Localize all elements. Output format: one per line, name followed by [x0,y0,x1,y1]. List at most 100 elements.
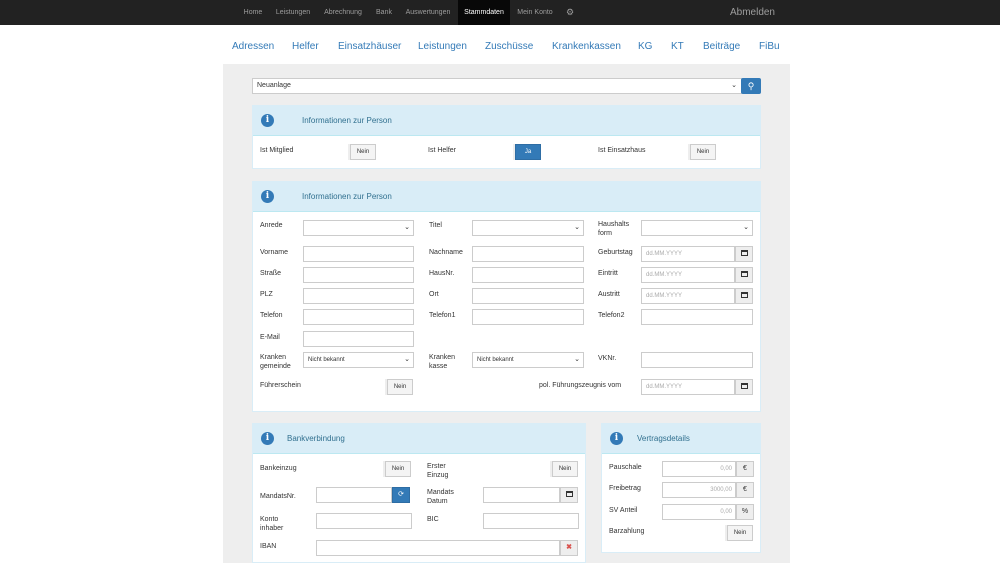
vorname-input[interactable] [303,246,414,262]
tab-krankenkassen[interactable]: Krankenkassen [552,40,621,54]
nachname-input[interactable] [472,246,584,262]
chevron-down-icon: ⌄ [404,224,410,231]
mandatsnr-input[interactable] [316,487,392,503]
ist-mitglied-toggle[interactable]: Nein [350,144,376,160]
freibetrag-value: 3000,00 [710,487,732,493]
krankenkasse-select[interactable]: Nicht bekannt ⌄ [472,352,584,368]
nav-mein-konto[interactable]: Mein Konto [512,0,558,25]
calendar-icon[interactable] [735,379,753,395]
logout-link[interactable]: Abmelden [730,0,775,25]
top-navbar: Home Leistungen Abrechnung Bank Auswertu… [0,0,1000,25]
sv-anteil-input[interactable]: 0,00 [662,504,736,520]
nav-stammdaten[interactable]: Stammdaten [458,0,510,25]
panel-title: Informationen zur Person [302,116,392,125]
konto-inhaber-input[interactable] [316,513,412,529]
krankengemeinde-select[interactable]: Nicht bekannt ⌄ [303,352,414,368]
tab-kg[interactable]: KG [638,40,652,54]
fuehrungszeugnis-input[interactable]: dd.MM.YYYY [641,379,735,395]
freibetrag-unit: € [736,482,754,498]
tab-adressen[interactable]: Adressen [232,40,274,54]
konto-inhaber-label: Konto inhaber [260,516,284,532]
austritt-input[interactable]: dd.MM.YYYY [641,288,735,304]
fuehrerschein-toggle[interactable]: Nein [387,379,413,395]
ist-mitglied-label: Ist Mitglied [260,147,294,154]
geburtstag-input[interactable]: dd.MM.YYYY [641,246,735,262]
bankeinzug-toggle[interactable]: Nein [385,461,411,477]
mandatsnr-label: MandatsNr. [260,493,296,500]
barzahlung-toggle[interactable]: Nein [727,525,753,541]
search-button[interactable]: ⚲ [741,78,761,94]
pauschale-value: 0,00 [720,466,732,472]
nav-leistungen[interactable]: Leistungen [272,0,314,25]
austritt-label: Austritt [598,291,620,298]
calendar-icon[interactable] [735,246,753,262]
search-icon: ⚲ [747,81,755,91]
vknr-input[interactable] [641,352,753,368]
tab-helfer[interactable]: Helfer [292,40,319,54]
titel-label: Titel [429,222,442,229]
calendar-icon[interactable] [560,487,578,503]
email-label: E-Mail [260,334,280,341]
ort-input[interactable] [472,288,584,304]
iban-label: IBAN [260,543,277,550]
sv-anteil-value: 0,00 [720,509,732,515]
hausnr-input[interactable] [472,267,584,283]
freibetrag-input[interactable]: 3000,00 [662,482,736,498]
clear-icon[interactable]: ✖ [560,540,578,556]
tab-beitraege[interactable]: Beiträge [703,40,740,54]
calendar-icon[interactable] [735,288,753,304]
erster-einzug-label: Erster Einzug [427,463,449,479]
sv-anteil-unit: % [736,504,754,520]
calendar-icon[interactable] [735,267,753,283]
erster-einzug-toggle[interactable]: Nein [552,461,578,477]
panel-vertrag: i Vertragsdetails Pauschale 0,00 € Freib… [601,423,761,553]
pauschale-label: Pauschale [609,464,642,471]
telefon1-input[interactable] [472,309,584,325]
refresh-icon[interactable]: ⟳ [392,487,410,503]
hausnr-label: HausNr. [429,270,455,277]
haushaltsform-select[interactable]: ⌄ [641,220,753,236]
ist-einsatzhaus-toggle[interactable]: Nein [690,144,716,160]
tab-fibu[interactable]: FiBu [759,40,780,54]
info-icon: i [261,432,274,445]
tab-kt[interactable]: KT [671,40,684,54]
telefon-input[interactable] [303,309,414,325]
anrede-select[interactable]: ⌄ [303,220,414,236]
freibetrag-label: Freibetrag [609,485,641,492]
telefon1-label: Telefon1 [429,312,456,319]
nav-bank[interactable]: Bank [371,0,397,25]
chevron-down-icon: ⌄ [574,356,580,363]
ort-label: Ort [429,291,439,298]
pauschale-input[interactable]: 0,00 [662,461,736,477]
ist-helfer-toggle[interactable]: Ja [515,144,541,160]
eintritt-label: Eintritt [598,270,618,277]
chevron-down-icon: ⌄ [404,356,410,363]
panel-person-flags: i Informationen zur Person Ist Mitglied … [252,105,761,169]
tab-leistungen[interactable]: Leistungen [418,40,467,54]
nav-home[interactable]: Home [236,0,270,25]
info-icon: i [610,432,623,445]
plz-input[interactable] [303,288,414,304]
bic-input[interactable] [483,513,579,529]
telefon2-input[interactable] [641,309,753,325]
mandats-datum-input[interactable] [483,487,560,503]
strasse-input[interactable] [303,267,414,283]
email-input[interactable] [303,331,414,347]
tab-zuschuesse[interactable]: Zuschüsse [485,40,533,54]
telefon2-label: Telefon2 [598,312,625,319]
iban-input[interactable] [316,540,560,556]
ist-einsatzhaus-label: Ist Einsatzhaus [598,147,646,154]
person-select[interactable]: Neuanlage ⌄ [252,78,742,94]
panel-title: Informationen zur Person [302,192,392,201]
person-select-value: Neuanlage [257,82,291,89]
eintritt-input[interactable]: dd.MM.YYYY [641,267,735,283]
gear-icon[interactable]: ⚙ [562,0,578,25]
tab-einsatzhaeuser[interactable]: Einsatzhäuser [338,40,401,54]
titel-select[interactable]: ⌄ [472,220,584,236]
nav-abrechnung[interactable]: Abrechnung [318,0,368,25]
ist-helfer-label: Ist Helfer [428,147,457,154]
nav-auswertungen[interactable]: Auswertungen [400,0,456,25]
pauschale-unit: € [736,461,754,477]
krankengemeinde-label: Kranken gemeinde [260,354,291,370]
panel-heading: i Informationen zur Person [253,106,760,136]
